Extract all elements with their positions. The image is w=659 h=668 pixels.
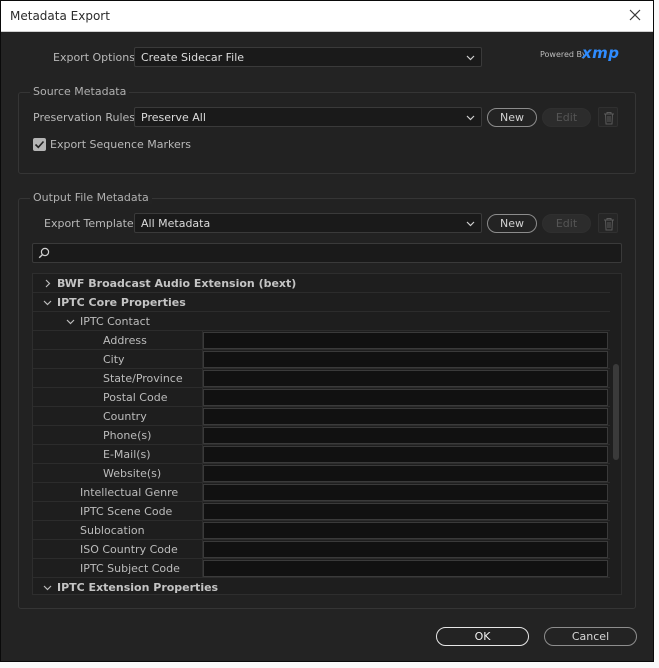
tree-value-field[interactable] (203, 408, 608, 425)
tree-value-field[interactable] (203, 351, 608, 368)
tree-value-field[interactable] (203, 541, 608, 558)
trash-icon (604, 218, 614, 231)
preservation-edit-button[interactable]: Edit (542, 108, 591, 127)
tree-row[interactable]: IPTC Extension Properties (33, 578, 610, 594)
tree-row-label: IPTC Extension Properties (57, 581, 219, 594)
cancel-button[interactable]: Cancel (544, 627, 637, 646)
xmp-brand: xmp (582, 44, 620, 62)
tree-row[interactable]: IPTC Scene Code (33, 502, 610, 521)
export-sequence-markers-checkbox[interactable] (33, 138, 46, 151)
dialog-title: Metadata Export (10, 9, 110, 23)
export-template-label: Export Template: (44, 217, 138, 230)
export-options-label: Export Options: (53, 51, 139, 64)
tree-value-field[interactable] (203, 370, 608, 387)
metadata-tree[interactable]: IPTC Extension Properties IPTC Subject Co… (32, 273, 622, 595)
template-edit-button[interactable]: Edit (542, 214, 591, 233)
tree-row-label: BWF Broadcast Audio Extension (bext) (57, 277, 297, 290)
tree-row-label: IPTC Subject Code (80, 562, 180, 575)
preservation-new-button[interactable]: New (487, 108, 537, 127)
source-metadata-title: Source Metadata (30, 85, 130, 98)
tree-value-field[interactable] (203, 446, 608, 463)
tree-row[interactable]: Intellectual Genre (33, 483, 610, 502)
tree-row[interactable]: IPTC Core Properties (33, 293, 610, 312)
chevron-down-icon[interactable] (66, 317, 75, 326)
powered-by-text: Powered By (540, 50, 587, 59)
tree-row-label: E-Mail(s) (103, 448, 151, 461)
export-template-select[interactable]: All Metadata (134, 213, 482, 233)
tree-row-label: Country (103, 410, 147, 423)
tree-value-field[interactable] (203, 522, 608, 539)
close-icon[interactable] (627, 7, 643, 23)
tree-row-label: ISO Country Code (80, 543, 178, 556)
tree-row-label: Address (103, 334, 147, 347)
preservation-rules-select[interactable]: Preserve All (134, 107, 482, 127)
title-bar: Metadata Export (1, 1, 653, 32)
tree-value-field[interactable] (203, 465, 608, 482)
tree-row-label: Postal Code (103, 391, 168, 404)
tree-scrollbar[interactable] (613, 364, 619, 460)
preservation-rules-value: Preserve All (141, 111, 206, 124)
tree-row[interactable]: Website(s) (33, 464, 610, 483)
export-options-select[interactable]: Create Sidecar File (134, 47, 482, 67)
tree-row[interactable]: E-Mail(s) (33, 445, 610, 464)
export-options-value: Create Sidecar File (141, 51, 245, 64)
chevron-down-icon[interactable] (43, 583, 52, 592)
tree-row-label: City (103, 353, 125, 366)
tree-row-label: State/Province (103, 372, 183, 385)
tree-row[interactable]: Sublocation (33, 521, 610, 540)
chevron-down-icon[interactable] (43, 298, 52, 307)
tree-value-field[interactable] (203, 332, 608, 349)
chevron-down-icon (466, 55, 475, 61)
checkmark-icon (34, 140, 45, 149)
tree-row-label: IPTC Contact (80, 315, 150, 328)
tree-value-field[interactable] (203, 427, 608, 444)
chevron-down-icon (466, 221, 475, 227)
tree-row-label: IPTC Core Properties (57, 296, 186, 309)
tree-row[interactable]: IPTC Contact (33, 312, 610, 331)
preservation-delete-button[interactable] (598, 107, 618, 127)
template-new-button[interactable]: New (487, 214, 537, 233)
tree-row[interactable]: IPTC Subject Code (33, 559, 610, 578)
metadata-export-dialog: Metadata Export Export Options: Create S… (0, 0, 654, 662)
ok-button[interactable]: OK (436, 627, 529, 646)
tree-row-label: Website(s) (103, 467, 162, 480)
tree-value-field[interactable] (203, 389, 608, 406)
tree-row[interactable]: State/Province (33, 369, 610, 388)
export-template-value: All Metadata (141, 217, 211, 230)
template-delete-button[interactable] (598, 213, 618, 233)
tree-value-field[interactable] (203, 560, 608, 577)
preservation-rules-label: Preservation Rules: (33, 111, 139, 124)
tree-row-label: Phone(s) (103, 429, 152, 442)
tree-row[interactable]: Address (33, 331, 610, 350)
tree-row[interactable]: ISO Country Code (33, 540, 610, 559)
tree-row-label: Intellectual Genre (80, 486, 179, 499)
export-sequence-markers-label: Export Sequence Markers (50, 138, 192, 151)
output-metadata-title: Output File Metadata (30, 191, 152, 204)
chevron-down-icon (466, 115, 475, 121)
tree-row[interactable]: Phone(s) (33, 426, 610, 445)
tree-row[interactable]: BWF Broadcast Audio Extension (bext) (33, 274, 610, 293)
tree-row-label: IPTC Scene Code (80, 505, 173, 518)
tree-row[interactable]: Postal Code (33, 388, 610, 407)
tree-row[interactable]: Country (33, 407, 610, 426)
chevron-right-icon[interactable] (43, 279, 52, 288)
tree-value-field[interactable] (203, 503, 608, 520)
source-metadata-group (18, 92, 636, 174)
tree-value-field[interactable] (203, 484, 608, 501)
search-icon (38, 247, 50, 259)
tree-row-label: Sublocation (80, 524, 145, 537)
metadata-search-input[interactable] (32, 243, 622, 263)
trash-icon (604, 112, 614, 125)
tree-row[interactable]: City (33, 350, 610, 369)
